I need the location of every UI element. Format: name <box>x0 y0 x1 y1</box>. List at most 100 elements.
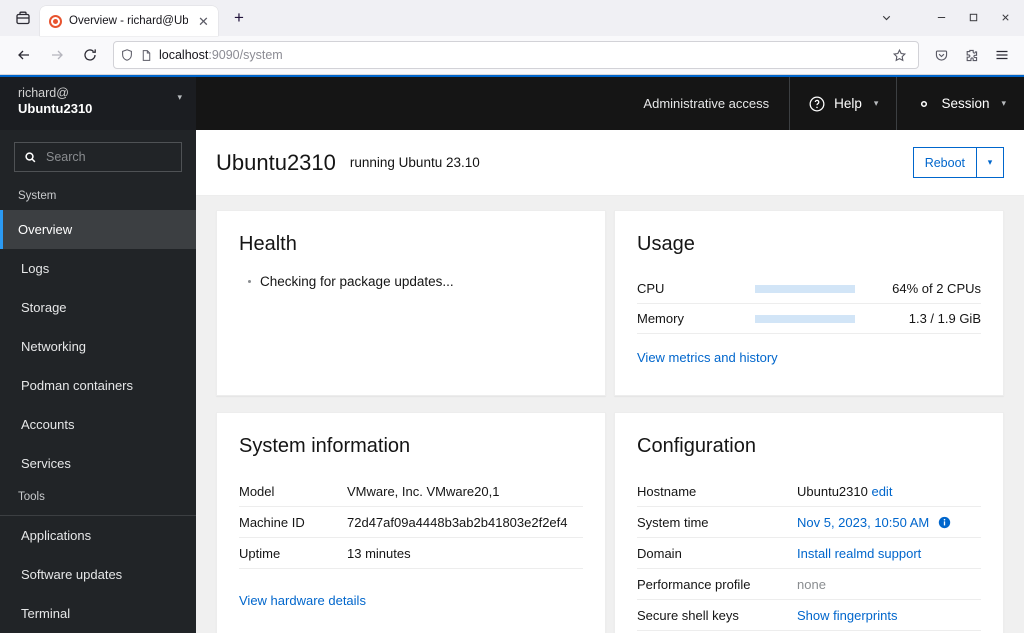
sidebar-item-applications[interactable]: Applications <box>0 516 196 555</box>
reboot-button[interactable]: Reboot <box>912 147 977 178</box>
new-tab-button[interactable]: + <box>224 3 254 33</box>
sidebar: richard@ Ubuntu2310 ▾ Search System Over… <box>0 77 196 633</box>
star-icon[interactable] <box>886 43 912 67</box>
table-row: Secure shell keys Show fingerprints <box>637 600 981 631</box>
tab-list-chevron-down-icon[interactable] <box>870 2 902 32</box>
sidebar-nav: Search System Overview Logs Storage Netw… <box>0 130 196 633</box>
sidebar-item-networking[interactable]: Networking <box>0 327 196 366</box>
health-status-row: Checking for package updates... <box>239 274 583 289</box>
usage-row-memory: Memory 1.3 / 1.9 GiB <box>637 304 981 334</box>
back-arrow-icon[interactable] <box>8 40 39 70</box>
system-information-card-title: System information <box>239 435 411 457</box>
system-information-card: System information Model VMware, Inc. VM… <box>216 412 606 633</box>
sidebar-item-label: Podman containers <box>21 378 134 393</box>
usage-value: 1.3 / 1.9 GiB <box>908 311 981 326</box>
sidebar-user-account: richard@ <box>18 86 69 100</box>
maximize-button[interactable] <box>958 2 988 32</box>
main-area: Administrative access Help ▾ Session ▾ U… <box>196 77 1024 633</box>
cockpit-app: richard@ Ubuntu2310 ▾ Search System Over… <box>0 75 1024 633</box>
row-key: Model <box>239 483 275 499</box>
row-value: Install realmd support <box>797 546 981 561</box>
pocket-icon[interactable] <box>927 40 956 70</box>
search-input[interactable]: Search <box>14 142 182 172</box>
chevron-down-icon: ▾ <box>873 98 879 108</box>
memory-progress-bar <box>755 314 855 323</box>
configuration-card-title: Configuration <box>637 435 756 457</box>
cpu-progress-bar <box>755 284 855 293</box>
session-menu[interactable]: Session ▾ <box>897 77 1024 130</box>
hostname-value: Ubuntu2310 <box>797 483 868 499</box>
extensions-icon[interactable] <box>957 40 986 70</box>
usage-row-cpu: CPU 64% of 2 CPUs <box>637 274 981 304</box>
help-menu[interactable]: Help ▾ <box>790 77 896 130</box>
search-placeholder: Search <box>46 150 86 164</box>
row-key: Uptime <box>239 545 281 561</box>
usage-card: Usage CPU 64% of 2 CPUs Memory 1.3 / 1.9… <box>614 210 1004 396</box>
url-path: :9090/system <box>208 48 283 62</box>
usage-label: CPU <box>637 281 665 296</box>
search-icon <box>25 151 36 162</box>
reboot-split-button: Reboot ▾ <box>912 147 1004 178</box>
health-card: Health Checking for package updates... <box>216 210 606 396</box>
view-hardware-details-link[interactable]: View hardware details <box>239 593 583 608</box>
sidebar-item-software-updates[interactable]: Software updates <box>0 555 196 594</box>
url-host: localhost <box>159 48 209 62</box>
chevron-down-icon[interactable]: ▾ <box>177 92 182 103</box>
row-key: Performance profile <box>637 576 751 592</box>
session-label: Session <box>941 96 990 111</box>
sidebar-item-podman-containers[interactable]: Podman containers <box>0 366 196 405</box>
top-masthead: Administrative access Help ▾ Session ▾ <box>196 77 1024 130</box>
row-key: Domain <box>637 545 682 561</box>
sidebar-item-label: Services <box>21 456 71 471</box>
sidebar-item-logs[interactable]: Logs <box>0 249 196 288</box>
page-header: Ubuntu2310 running Ubuntu 23.10 Reboot ▾ <box>196 130 1024 196</box>
tab-title: Overview - richard@Ubu <box>69 15 188 27</box>
table-row: Hostname Ubuntu2310 edit <box>637 476 981 507</box>
table-row: Machine ID 72d47af09a4448b3ab2b41803e2f2… <box>239 507 583 538</box>
row-key: Secure shell keys <box>637 607 739 623</box>
browser-window: Overview - richard@Ubu ✕ + localhost:909… <box>0 0 1024 633</box>
window-controls <box>870 0 1024 34</box>
cockpit-favicon <box>49 14 62 28</box>
table-row: System time Nov 5, 2023, 10:50 AM <box>637 507 981 538</box>
info-circle-icon[interactable] <box>938 516 951 529</box>
close-window-button[interactable] <box>990 2 1020 32</box>
overview-cards: Health Checking for package updates... U… <box>196 196 1024 633</box>
administrative-access-button[interactable]: Administrative access <box>623 77 789 130</box>
install-realmd-link[interactable]: Install realmd support <box>797 546 921 561</box>
search-container: Search <box>0 138 196 182</box>
sidebar-section-system: System <box>18 190 57 202</box>
minimize-button[interactable] <box>926 2 956 32</box>
usage-card-title: Usage <box>637 233 695 255</box>
show-fingerprints-link[interactable]: Show fingerprints <box>797 608 897 623</box>
usage-label: Memory <box>637 311 684 326</box>
health-status-text: Checking for package updates... <box>260 274 454 289</box>
system-time-link[interactable]: Nov 5, 2023, 10:50 AM <box>797 515 929 530</box>
firefox-view-button[interactable] <box>6 3 40 33</box>
browser-tab[interactable]: Overview - richard@Ubu ✕ <box>40 6 218 36</box>
close-icon[interactable]: ✕ <box>195 13 212 30</box>
url-text: localhost:9090/system <box>159 48 880 62</box>
forward-arrow-icon[interactable] <box>41 40 72 70</box>
view-metrics-link[interactable]: View metrics and history <box>637 350 981 365</box>
sidebar-item-storage[interactable]: Storage <box>0 288 196 327</box>
sidebar-item-label: Logs <box>21 261 50 276</box>
sidebar-item-terminal[interactable]: Terminal <box>0 594 196 633</box>
usage-value: 64% of 2 CPUs <box>892 281 981 296</box>
hostname-edit-link[interactable]: edit <box>871 484 892 499</box>
url-bar[interactable]: localhost:9090/system <box>113 41 919 69</box>
toolbar-right-icons <box>927 40 1016 70</box>
sidebar-item-services[interactable]: Services <box>0 444 196 483</box>
hamburger-menu-icon[interactable] <box>987 40 1016 70</box>
sidebar-item-accounts[interactable]: Accounts <box>0 405 196 444</box>
row-value: Nov 5, 2023, 10:50 AM <box>797 515 981 530</box>
reload-icon[interactable] <box>74 40 105 70</box>
bullet-icon <box>248 280 251 283</box>
user-host-switcher[interactable]: richard@ Ubuntu2310 ▾ <box>0 77 196 130</box>
page-title: Ubuntu2310 <box>216 149 336 175</box>
sidebar-item-overview[interactable]: Overview <box>0 210 196 249</box>
shield-icon <box>120 48 134 62</box>
reboot-dropdown-toggle[interactable]: ▾ <box>977 147 1004 178</box>
configuration-card: Configuration Hostname Ubuntu2310 edit S… <box>614 412 1004 633</box>
sidebar-item-label: Accounts <box>21 417 75 432</box>
